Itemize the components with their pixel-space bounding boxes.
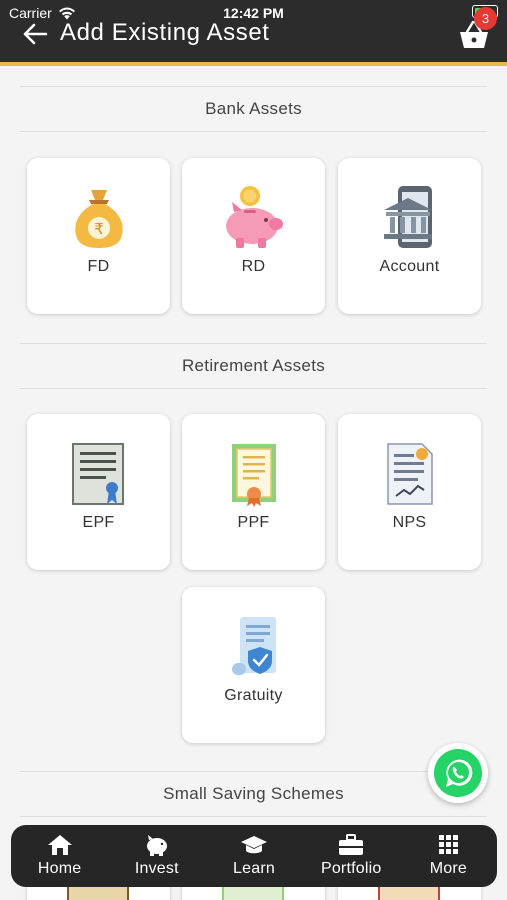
- asset-card-nps[interactable]: NPS: [338, 414, 481, 570]
- briefcase-icon: [339, 834, 364, 855]
- nav-label: Invest: [134, 860, 179, 877]
- nav-home[interactable]: Home: [11, 825, 108, 887]
- nav-learn[interactable]: Learn: [205, 825, 302, 887]
- page-title: Add Existing Asset: [60, 19, 270, 46]
- nav-label: Learn: [233, 860, 275, 877]
- section-retirement-assets: Retirement Assets: [20, 343, 487, 389]
- svg-text:₹: ₹: [94, 220, 104, 238]
- nav-label: Home: [37, 860, 82, 877]
- section-title: Retirement Assets: [181, 356, 326, 375]
- section-small-saving-schemes: Small Saving Schemes: [20, 771, 487, 817]
- asset-label: Account: [379, 258, 440, 275]
- piggy-bank-icon: [226, 186, 283, 248]
- nav-portfolio[interactable]: Portfolio: [303, 825, 400, 887]
- asset-card-rd[interactable]: RD: [182, 158, 325, 314]
- nav-label: More: [429, 860, 468, 877]
- bottom-navigation: Home Invest Learn Portfolio More: [11, 825, 497, 887]
- asset-label: FD: [87, 258, 110, 275]
- asset-card-ppf[interactable]: PPF: [182, 414, 325, 570]
- scroll-shield-icon: [232, 617, 276, 675]
- money-bag-icon: ₹: [75, 190, 123, 248]
- asset-card-account[interactable]: Account: [338, 158, 481, 314]
- whatsapp-icon: [434, 749, 482, 797]
- asset-label: EPF: [82, 514, 115, 531]
- section-bank-assets: Bank Assets: [20, 86, 487, 132]
- bank-phone-icon: [384, 186, 432, 248]
- asset-label: RD: [241, 258, 266, 275]
- asset-card-gratuity[interactable]: Gratuity: [182, 587, 325, 743]
- section-title: Small Saving Schemes: [163, 784, 344, 803]
- asset-label: Gratuity: [224, 687, 283, 704]
- piggy-bank-icon: [146, 835, 167, 856]
- back-arrow-icon[interactable]: [22, 22, 48, 46]
- app-header: Carrier 12:42 PM Add Existing Asset 3: [0, 0, 507, 66]
- asset-label: PPF: [237, 514, 270, 531]
- grid-icon: [439, 835, 459, 854]
- graduation-cap-icon: [241, 836, 267, 854]
- section-title: Bank Assets: [205, 99, 302, 118]
- home-icon: [47, 835, 72, 855]
- asset-card-fd[interactable]: ₹ FD: [27, 158, 170, 314]
- asset-label: NPS: [392, 514, 427, 531]
- nav-invest[interactable]: Invest: [108, 825, 205, 887]
- nav-label: Portfolio: [320, 860, 382, 877]
- asset-card-epf[interactable]: EPF: [27, 414, 170, 570]
- whatsapp-button[interactable]: [428, 743, 488, 803]
- nav-more[interactable]: More: [400, 825, 497, 887]
- cart-count-badge: 3: [474, 7, 497, 30]
- document-chart-icon: [387, 443, 433, 505]
- green-certificate-icon: [232, 444, 276, 507]
- certificate-icon: [72, 443, 124, 505]
